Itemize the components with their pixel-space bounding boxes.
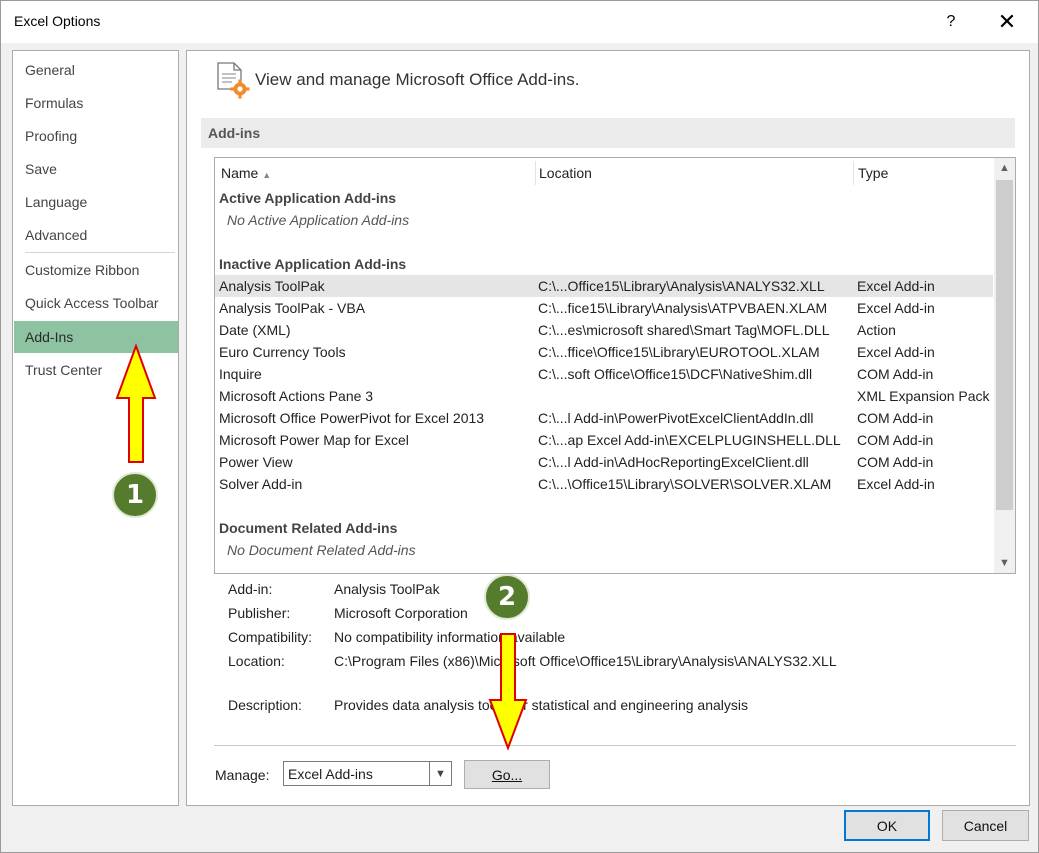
add-in-type: COM Add-in <box>857 410 934 426</box>
sidebar-item-save[interactable]: Save <box>14 153 178 185</box>
section-header: Add-ins <box>201 118 1015 148</box>
window-title: Excel Options <box>14 13 101 29</box>
section-title: Add-ins <box>208 125 261 141</box>
add-in-type: Action <box>857 322 896 338</box>
add-in-row[interactable]: Microsoft Office PowerPivot for Excel 20… <box>215 407 993 429</box>
step-2-badge: 2 <box>484 574 530 620</box>
add-in-type: Excel Add-in <box>857 300 935 316</box>
step-1-badge: 1 <box>112 472 158 518</box>
group-header-document: Document Related Add-ins <box>219 520 398 536</box>
add-in-type: XML Expansion Pack <box>857 388 990 404</box>
group-empty-active: No Active Application Add-ins <box>227 212 410 228</box>
scroll-up-icon[interactable]: ▲ <box>994 158 1015 178</box>
list-header: Name ▲ Location Type <box>215 158 993 188</box>
column-divider <box>535 161 536 185</box>
scroll-thumb[interactable] <box>996 180 1013 510</box>
add-in-location: C:\...\Office15\Library\SOLVER\SOLVER.XL… <box>538 476 832 492</box>
detail-publisher-label: Publisher: <box>228 605 291 621</box>
add-in-type: COM Add-in <box>857 366 934 382</box>
group-header-inactive: Inactive Application Add-ins <box>219 256 407 272</box>
sidebar-divider <box>25 252 175 253</box>
add-in-name: Microsoft Power Map for Excel <box>219 432 409 448</box>
sidebar-item-formulas[interactable]: Formulas <box>14 87 178 119</box>
panel-heading: View and manage Microsoft Office Add-ins… <box>255 70 580 89</box>
detail-compatibility-label: Compatibility: <box>228 629 313 645</box>
add-in-location: C:\...es\microsoft shared\Smart Tag\MOFL… <box>538 322 830 338</box>
sidebar-item-general[interactable]: General <box>14 54 178 86</box>
add-ins-list[interactable]: Name ▲ Location Type Active Application … <box>214 157 1016 574</box>
sort-ascending-icon: ▲ <box>262 170 272 180</box>
add-in-type: Excel Add-in <box>857 344 935 360</box>
add-in-row[interactable]: Analysis ToolPak - VBA C:\...fice15\Libr… <box>215 297 993 319</box>
go-button[interactable]: Go... <box>464 760 550 789</box>
add-in-row[interactable]: Date (XML) C:\...es\microsoft shared\Sma… <box>215 319 993 341</box>
add-in-type: Excel Add-in <box>857 278 935 294</box>
add-in-name: Date (XML) <box>219 322 291 338</box>
detail-addin-label: Add-in: <box>228 581 273 597</box>
sidebar-item-language[interactable]: Language <box>14 186 178 218</box>
add-in-name: Inquire <box>219 366 262 382</box>
add-in-location: C:\...Office15\Library\Analysis\ANALYS32… <box>538 278 825 294</box>
detail-publisher-value: Microsoft Corporation <box>334 605 468 621</box>
add-in-row[interactable]: Microsoft Power Map for Excel C:\...ap E… <box>215 429 993 451</box>
add-in-name: Microsoft Actions Pane 3 <box>219 388 374 404</box>
add-in-row[interactable]: Power View C:\...l Add-in\AdHocReporting… <box>215 451 993 473</box>
column-header-type[interactable]: Type <box>858 158 888 188</box>
add-in-name: Power View <box>219 454 293 470</box>
add-in-location: C:\...ffice\Office15\Library\EUROTOOL.XL… <box>538 344 820 360</box>
detail-addin-value: Analysis ToolPak <box>334 581 440 597</box>
group-empty-document: No Document Related Add-ins <box>227 542 416 558</box>
add-in-name: Analysis ToolPak - VBA <box>219 300 366 316</box>
add-in-name: Analysis ToolPak <box>219 278 325 294</box>
manage-dropdown[interactable]: Excel Add-ins ▼ <box>283 761 452 786</box>
sidebar-item-quick-access-toolbar[interactable]: Quick Access Toolbar <box>14 287 178 319</box>
add-ins-panel: View and manage Microsoft Office Add-ins… <box>186 50 1030 806</box>
sidebar-item-customize-ribbon[interactable]: Customize Ribbon <box>14 254 178 286</box>
add-in-location: C:\...l Add-in\PowerPivotExcelClientAddI… <box>538 410 814 426</box>
manage-label: Manage: <box>215 767 270 783</box>
add-in-name: Solver Add-in <box>219 476 303 492</box>
column-header-location[interactable]: Location <box>539 158 592 188</box>
excel-options-dialog: Excel Options ? ✕ General Formulas Proof… <box>0 0 1039 853</box>
add-ins-document-gear-icon <box>217 62 250 99</box>
title-bar: Excel Options ? ✕ <box>1 1 1038 43</box>
add-in-row[interactable]: Analysis ToolPak C:\...Office15\Library\… <box>215 275 993 297</box>
add-in-location: C:\...soft Office\Office15\DCF\NativeShi… <box>538 366 813 382</box>
add-in-type: COM Add-in <box>857 432 934 448</box>
add-in-location: C:\...ap Excel Add-in\EXCELPLUGINSHELL.D… <box>538 432 841 448</box>
add-in-row[interactable]: Euro Currency Tools C:\...ffice\Office15… <box>215 341 993 363</box>
sidebar-item-add-ins[interactable]: Add-Ins <box>14 321 178 353</box>
sidebar-item-advanced[interactable]: Advanced <box>14 219 178 251</box>
detail-description-value: Provides data analysis tools for statist… <box>334 697 749 713</box>
sidebar-item-proofing[interactable]: Proofing <box>14 120 178 152</box>
cancel-button[interactable]: Cancel <box>942 810 1029 841</box>
close-button[interactable]: ✕ <box>987 8 1027 36</box>
manage-dropdown-value: Excel Add-ins <box>288 766 373 782</box>
add-in-type: Excel Add-in <box>857 476 935 492</box>
add-in-name: Euro Currency Tools <box>219 344 346 360</box>
column-divider <box>853 161 854 185</box>
add-in-name: Microsoft Office PowerPivot for Excel 20… <box>219 410 485 426</box>
add-in-location: C:\...l Add-in\AdHocReportingExcelClient… <box>538 454 809 470</box>
scroll-down-icon[interactable]: ▼ <box>994 553 1015 573</box>
column-header-name[interactable]: Name ▲ <box>221 158 271 188</box>
group-header-active: Active Application Add-ins <box>219 190 397 206</box>
add-in-type: COM Add-in <box>857 454 934 470</box>
detail-compatibility-value: No compatibility information available <box>334 629 566 645</box>
divider <box>214 745 1016 746</box>
add-in-row[interactable]: Microsoft Actions Pane 3 XML Expansion P… <box>215 385 993 407</box>
sidebar-item-trust-center[interactable]: Trust Center <box>14 354 178 386</box>
detail-location-value: C:\Program Files (x86)\Microsoft Office\… <box>334 653 837 669</box>
add-in-row[interactable]: Inquire C:\...soft Office\Office15\DCF\N… <box>215 363 993 385</box>
help-button[interactable]: ? <box>931 8 971 36</box>
ok-button[interactable]: OK <box>844 810 930 841</box>
add-in-row[interactable]: Solver Add-in C:\...\Office15\Library\SO… <box>215 473 993 495</box>
list-scrollbar[interactable]: ▲ ▼ <box>994 158 1015 573</box>
detail-description-label: Description: <box>228 697 302 713</box>
add-in-location: C:\...fice15\Library\Analysis\ATPVBAEN.X… <box>538 300 828 316</box>
detail-location-label: Location: <box>228 653 285 669</box>
options-sidebar: General Formulas Proofing Save Language … <box>12 50 179 806</box>
chevron-down-icon[interactable]: ▼ <box>429 762 451 785</box>
